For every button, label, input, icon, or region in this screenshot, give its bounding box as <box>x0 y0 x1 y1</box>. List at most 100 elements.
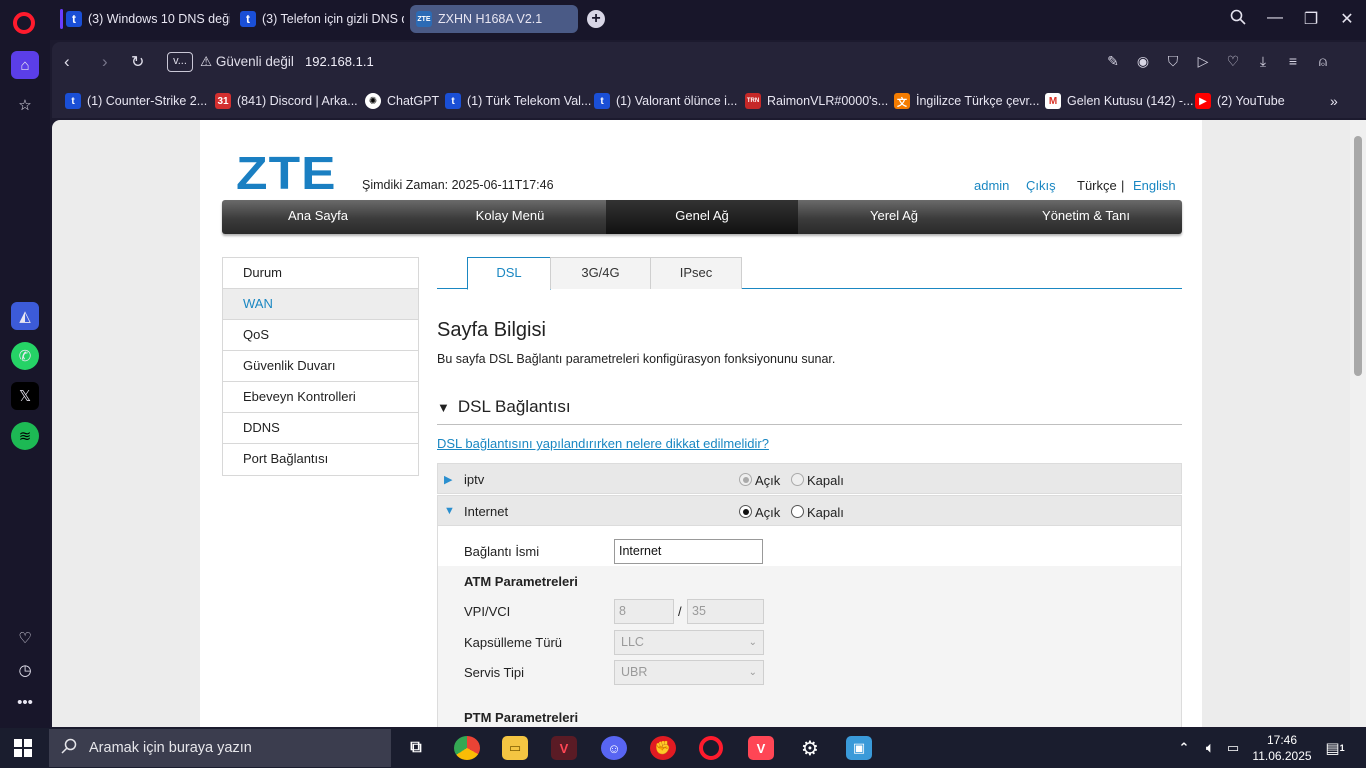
connection-name: Internet <box>464 504 509 519</box>
lang-english-link[interactable]: English <box>1133 178 1176 193</box>
lang-turkish[interactable]: Türkçe <box>1077 178 1117 193</box>
vci-input[interactable]: 35 <box>687 599 764 624</box>
collapse-triangle-icon[interactable]: ▼ <box>444 505 455 517</box>
vpi-input[interactable]: 8 <box>614 599 674 624</box>
service-select[interactable]: UBR ⌄ <box>614 660 764 685</box>
menu-port-baglantisi[interactable]: Port Bağlantısı <box>223 444 418 475</box>
valorant-icon[interactable]: V <box>551 736 577 760</box>
discord-icon[interactable]: ☺ <box>601 736 627 760</box>
send-flow-icon[interactable]: ▷ <box>1193 53 1213 70</box>
security-indicator[interactable]: ⚠ Güvenli değil <box>200 54 294 70</box>
encap-select[interactable]: LLC ⌄ <box>614 630 764 655</box>
task-view-icon[interactable]: ⧉ <box>403 736 429 760</box>
bookmark-item[interactable]: ✺ ChatGPT <box>365 92 439 110</box>
aria-ai-icon[interactable]: ◭ <box>11 302 39 330</box>
iptv-on-radio[interactable] <box>739 473 752 486</box>
internet-off-radio[interactable] <box>791 505 804 518</box>
close-icon[interactable]: ✕ <box>1335 9 1359 29</box>
bookmark-item[interactable]: 文 İngilizce Türkçe çevr... <box>894 92 1039 110</box>
easy-setup-icon[interactable]: ≡ <box>1283 53 1303 69</box>
network-icon[interactable]: ▭ <box>1222 736 1244 760</box>
menu-ddns[interactable]: DDNS <box>223 413 418 444</box>
nav-genel-ag[interactable]: Genel Ağ <box>606 200 798 234</box>
bookmark-label: (1) Türk Telekom Val... <box>467 94 592 108</box>
menu-wan[interactable]: WAN <box>223 289 418 320</box>
taskbar-clock[interactable]: 17:46 11.06.2025 <box>1252 732 1312 764</box>
help-link[interactable]: DSL bağlantısını yapılandırırken nelere … <box>437 436 769 451</box>
tab-telefon-dns[interactable]: t (3) Telefon için gizli DNS d <box>234 5 404 33</box>
forward-arrow-icon[interactable]: › <box>102 52 108 72</box>
tray-chevron-up-icon[interactable]: ⌃ <box>1174 736 1194 760</box>
browser-search-icon[interactable] <box>1226 9 1250 30</box>
riot-client-icon[interactable]: ✊ <box>650 736 676 760</box>
nav-kolay-menu[interactable]: Kolay Menü <box>414 200 606 234</box>
menu-durum[interactable]: Durum <box>223 258 418 289</box>
settings-gear-icon[interactable]: ⚙ <box>797 736 823 760</box>
valorant-tracker-icon[interactable]: V <box>748 736 774 760</box>
share-edit-icon[interactable]: ✎ <box>1103 53 1123 70</box>
opera-logo-icon[interactable] <box>13 12 35 34</box>
download-icon[interactable]: ⤓ <box>1253 53 1273 70</box>
tab-dsl[interactable]: DSL <box>467 257 551 290</box>
conn-name-input[interactable]: Internet <box>614 539 763 564</box>
taskbar-search[interactable]: Aramak için buraya yazın <box>49 729 391 767</box>
admin-link[interactable]: admin <box>974 178 1009 193</box>
tab-windows-dns[interactable]: t (3) Windows 10 DNS değiş <box>60 5 230 33</box>
tab-ipsec[interactable]: IPsec <box>650 257 742 289</box>
file-explorer-icon[interactable]: ▭ <box>502 736 528 760</box>
page-scrollbar[interactable] <box>1350 120 1366 727</box>
bookmark-item[interactable]: t (1) Counter-Strike 2... <box>65 92 207 110</box>
heart-bookmark-icon[interactable]: ♡ <box>1223 53 1243 70</box>
bookmark-item[interactable]: ▶ (2) YouTube <box>1195 92 1285 110</box>
chrome-icon[interactable] <box>454 736 480 760</box>
iptv-off-radio[interactable] <box>791 473 804 486</box>
minimize-icon[interactable]: — <box>1263 9 1287 27</box>
internet-on-radio[interactable] <box>739 505 752 518</box>
camera-snapshot-icon[interactable]: ◉ <box>1133 53 1153 70</box>
spotify-icon[interactable]: ≋ <box>11 422 39 450</box>
bookmark-item[interactable]: M Gelen Kutusu (142) -... <box>1045 92 1193 110</box>
reload-icon[interactable]: ↻ <box>131 52 144 72</box>
scrollbar-thumb[interactable] <box>1354 136 1362 376</box>
nav-yerel-ag[interactable]: Yerel Ağ <box>798 200 990 234</box>
whatsapp-icon[interactable]: ✆ <box>11 342 39 370</box>
connection-row-internet[interactable]: ▼ Internet Açık Kapalı <box>437 495 1182 526</box>
new-tab-plus-icon[interactable]: + <box>587 10 605 28</box>
bookmark-item[interactable]: 31 (841) Discord | Arka... <box>215 92 358 110</box>
bookmark-item[interactable]: t (1) Türk Telekom Val... <box>445 92 591 110</box>
menu-qos[interactable]: QoS <box>223 320 418 351</box>
nav-ana-sayfa[interactable]: Ana Sayfa <box>222 200 414 234</box>
url-field[interactable]: 192.168.1.1 <box>305 54 374 69</box>
connection-row-iptv[interactable]: ▶ iptv Açık Kapalı <box>437 463 1182 494</box>
zte-favicon-icon: ZTE <box>416 11 432 27</box>
volume-icon[interactable]: 🔈︎ <box>1199 736 1221 760</box>
profile-icon[interactable]: ⍝ <box>1313 53 1333 70</box>
history-clock-icon[interactable]: ◷ <box>11 656 39 684</box>
bookmarks-overflow-chevron-icon[interactable]: » <box>1330 92 1338 110</box>
opera-gx-taskbar-icon[interactable] <box>699 736 723 760</box>
home-icon[interactable]: ⌂ <box>11 51 39 79</box>
restore-icon[interactable]: ❐ <box>1299 9 1323 29</box>
more-dots-icon[interactable]: ••• <box>11 688 39 716</box>
vpi-vci-separator: / <box>678 604 682 619</box>
heart-favorites-icon[interactable]: ♡ <box>11 624 39 652</box>
tab-3g4g[interactable]: 3G/4G <box>550 257 651 289</box>
section-header[interactable]: ▼ DSL Bağlantısı <box>437 397 571 417</box>
nav-yonetim-tani[interactable]: Yönetim & Tanı <box>990 200 1182 234</box>
bookmark-item[interactable]: TRN RaimonVLR#0000's... <box>745 92 888 110</box>
logout-link[interactable]: Çıkış <box>1026 178 1056 193</box>
remote-desktop-icon[interactable]: ▣ <box>846 736 872 760</box>
menu-ebeveyn-kontrolleri[interactable]: Ebeveyn Kontrolleri <box>223 382 418 413</box>
view-badge-button[interactable]: v... <box>167 52 193 72</box>
tab-router-active[interactable]: ZTE ZXHN H168A V2.1 <box>410 5 578 33</box>
windows-start-icon[interactable] <box>14 739 32 757</box>
x-twitter-icon[interactable]: 𝕏 <box>11 382 39 410</box>
menu-guvenlik-duvari[interactable]: Güvenlik Duvarı <box>223 351 418 382</box>
expand-triangle-icon[interactable]: ▶ <box>444 473 452 486</box>
shield-adblock-icon[interactable]: ⛉ <box>1163 53 1183 70</box>
back-arrow-icon[interactable]: ‹ <box>64 52 70 72</box>
bookmarks-bar: t (1) Counter-Strike 2... 31 (841) Discord… <box>52 84 1366 118</box>
star-speed-dial-icon[interactable]: ☆ <box>11 91 39 119</box>
bookmark-item[interactable]: t (1) Valorant ölünce i... <box>594 92 737 110</box>
notification-center-icon[interactable]: ▤ 1 <box>1322 736 1348 760</box>
